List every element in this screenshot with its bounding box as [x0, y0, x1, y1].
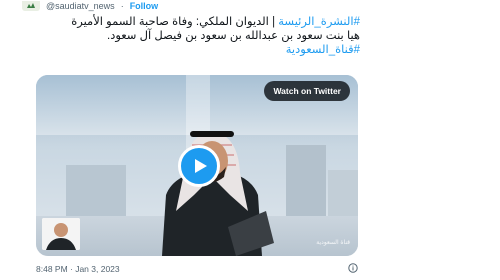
hashtag-link[interactable]: #قناة_السعودية	[286, 44, 360, 56]
tweet-footer: 8:48 PM · Jan 3, 2023	[36, 263, 358, 275]
hashtag-link[interactable]: #النشرة_الرئيسة	[278, 16, 360, 28]
avatar[interactable]	[22, 1, 40, 11]
author-handle[interactable]: @saudiatv_news	[46, 1, 115, 11]
tweet-timestamp[interactable]: 8:48 PM · Jan 3, 2023	[36, 264, 120, 274]
info-icon[interactable]	[348, 263, 358, 275]
watch-on-twitter-button[interactable]: Watch on Twitter	[264, 81, 350, 101]
tweet-text-segment: | الديوان الملكي: وفاة صاحبة السمو الأمي…	[71, 16, 279, 28]
video-player[interactable]: Watch on Twitter قناة السعودية	[36, 75, 358, 256]
play-button[interactable]	[178, 145, 220, 187]
header-separator: ·	[120, 1, 124, 11]
tweet-text: #النشرة_الرئيسة | الديوان الملكي: وفاة ص…	[36, 15, 360, 57]
tweet-header: @saudiatv_news · Follow	[22, 0, 158, 12]
play-icon	[194, 159, 207, 173]
follow-button[interactable]: Follow	[130, 1, 159, 11]
interpreter-image	[42, 218, 80, 250]
news-anchor-image	[162, 131, 274, 256]
tweet-text-line-1: #النشرة_الرئيسة | الديوان الملكي: وفاة ص…	[36, 15, 360, 29]
sign-language-inset	[42, 218, 80, 250]
tweet-text-line-3: #قناة_السعودية	[36, 43, 360, 57]
channel-logo-icon	[27, 3, 35, 8]
channel-watermark: قناة السعودية	[316, 240, 350, 246]
tweet-text-line-2: هيا بنت سعود بن عبدالله بن سعود بن فيصل …	[107, 30, 360, 42]
